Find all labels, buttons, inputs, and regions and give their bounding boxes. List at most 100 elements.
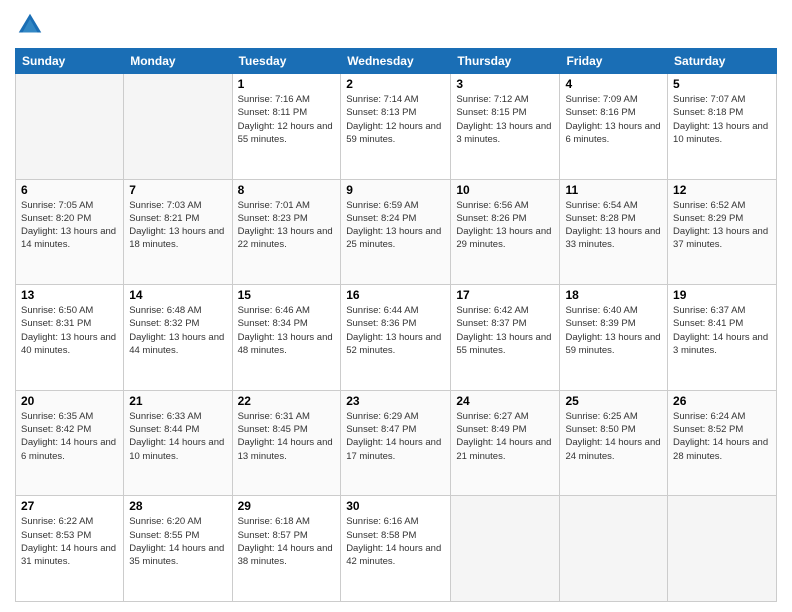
calendar-week-row: 13 Sunrise: 6:50 AMSunset: 8:31 PMDayligh… (16, 285, 777, 391)
day-info: Sunrise: 6:42 AMSunset: 8:37 PMDaylight:… (456, 304, 554, 357)
day-info: Sunrise: 7:03 AMSunset: 8:21 PMDaylight:… (129, 199, 226, 252)
day-info: Sunrise: 6:33 AMSunset: 8:44 PMDaylight:… (129, 410, 226, 463)
calendar-day-cell: 17 Sunrise: 6:42 AMSunset: 8:37 PMDayligh… (451, 285, 560, 391)
calendar-day-cell (16, 74, 124, 180)
calendar-day-cell: 29Sunrise: 6:18 AMSunset: 8:57 PMDayligh… (232, 496, 341, 602)
day-number: 13 (21, 288, 118, 302)
day-number: 16 (346, 288, 445, 302)
day-number: 24 (456, 394, 554, 408)
day-number: 23 (346, 394, 445, 408)
calendar-day-cell: 8Sunrise: 7:01 AMSunset: 8:23 PMDaylight… (232, 179, 341, 285)
day-of-week-header: Friday (560, 49, 668, 74)
day-of-week-header: Monday (124, 49, 232, 74)
calendar-day-cell: 16 Sunrise: 6:44 AMSunset: 8:36 PMDayligh… (341, 285, 451, 391)
day-number: 15 (238, 288, 336, 302)
calendar-day-cell: 11 Sunrise: 6:54 AMSunset: 8:28 PMDayligh… (560, 179, 668, 285)
day-number: 28 (129, 499, 226, 513)
calendar-day-cell: 2 Sunrise: 7:14 AMSunset: 8:13 PMDaylight… (341, 74, 451, 180)
logo (15, 10, 49, 40)
day-info: Sunrise: 7:05 AMSunset: 8:20 PMDaylight:… (21, 199, 118, 252)
calendar-week-row: 27Sunrise: 6:22 AMSunset: 8:53 PMDayligh… (16, 496, 777, 602)
day-info: Sunrise: 6:44 AMSunset: 8:36 PMDaylight:… (346, 304, 445, 357)
day-number: 9 (346, 183, 445, 197)
header-row: SundayMondayTuesdayWednesdayThursdayFrid… (16, 49, 777, 74)
header (15, 10, 777, 40)
day-info: Sunrise: 6:24 AMSunset: 8:52 PMDaylight:… (673, 410, 771, 463)
calendar-day-cell: 26Sunrise: 6:24 AMSunset: 8:52 PMDayligh… (668, 390, 777, 496)
day-number: 5 (673, 77, 771, 91)
day-info: Sunrise: 6:20 AMSunset: 8:55 PMDaylight:… (129, 515, 226, 568)
calendar-day-cell: 27Sunrise: 6:22 AMSunset: 8:53 PMDayligh… (16, 496, 124, 602)
day-number: 11 (565, 183, 662, 197)
calendar-day-cell: 10 Sunrise: 6:56 AMSunset: 8:26 PMDayligh… (451, 179, 560, 285)
day-number: 8 (238, 183, 336, 197)
day-info: Sunrise: 6:56 AMSunset: 8:26 PMDaylight:… (456, 199, 554, 252)
day-number: 1 (238, 77, 336, 91)
day-info: Sunrise: 7:07 AMSunset: 8:18 PMDaylight:… (673, 93, 771, 146)
day-info: Sunrise: 6:40 AMSunset: 8:39 PMDaylight:… (565, 304, 662, 357)
day-number: 29 (238, 499, 336, 513)
day-info: Sunrise: 6:29 AMSunset: 8:47 PMDaylight:… (346, 410, 445, 463)
day-number: 4 (565, 77, 662, 91)
day-info: Sunrise: 7:09 AMSunset: 8:16 PMDaylight:… (565, 93, 662, 146)
day-number: 22 (238, 394, 336, 408)
day-number: 25 (565, 394, 662, 408)
day-info: Sunrise: 6:50 AMSunset: 8:31 PMDaylight:… (21, 304, 118, 357)
calendar: SundayMondayTuesdayWednesdayThursdayFrid… (15, 48, 777, 602)
day-info: Sunrise: 6:46 AMSunset: 8:34 PMDaylight:… (238, 304, 336, 357)
day-number: 7 (129, 183, 226, 197)
day-number: 10 (456, 183, 554, 197)
day-number: 12 (673, 183, 771, 197)
day-of-week-header: Sunday (16, 49, 124, 74)
calendar-day-cell: 14Sunrise: 6:48 AMSunset: 8:32 PMDayligh… (124, 285, 232, 391)
calendar-week-row: 1 Sunrise: 7:16 AMSunset: 8:11 PMDaylight… (16, 74, 777, 180)
calendar-day-cell: 30 Sunrise: 6:16 AMSunset: 8:58 PMDayligh… (341, 496, 451, 602)
day-number: 6 (21, 183, 118, 197)
day-info: Sunrise: 6:54 AMSunset: 8:28 PMDaylight:… (565, 199, 662, 252)
calendar-day-cell: 12 Sunrise: 6:52 AMSunset: 8:29 PMDayligh… (668, 179, 777, 285)
calendar-day-cell: 25 Sunrise: 6:25 AMSunset: 8:50 PMDayligh… (560, 390, 668, 496)
day-info: Sunrise: 6:27 AMSunset: 8:49 PMDaylight:… (456, 410, 554, 463)
day-info: Sunrise: 6:59 AMSunset: 8:24 PMDaylight:… (346, 199, 445, 252)
calendar-week-row: 6 Sunrise: 7:05 AMSunset: 8:20 PMDaylight… (16, 179, 777, 285)
calendar-day-cell: 4 Sunrise: 7:09 AMSunset: 8:16 PMDaylight… (560, 74, 668, 180)
calendar-day-cell: 21 Sunrise: 6:33 AMSunset: 8:44 PMDayligh… (124, 390, 232, 496)
day-info: Sunrise: 7:16 AMSunset: 8:11 PMDaylight:… (238, 93, 336, 146)
calendar-week-row: 20 Sunrise: 6:35 AMSunset: 8:42 PMDayligh… (16, 390, 777, 496)
calendar-day-cell: 23 Sunrise: 6:29 AMSunset: 8:47 PMDayligh… (341, 390, 451, 496)
calendar-day-cell: 3Sunrise: 7:12 AMSunset: 8:15 PMDaylight… (451, 74, 560, 180)
calendar-day-cell: 5 Sunrise: 7:07 AMSunset: 8:18 PMDaylight… (668, 74, 777, 180)
day-info: Sunrise: 7:14 AMSunset: 8:13 PMDaylight:… (346, 93, 445, 146)
day-info: Sunrise: 6:16 AMSunset: 8:58 PMDaylight:… (346, 515, 445, 568)
calendar-day-cell: 6 Sunrise: 7:05 AMSunset: 8:20 PMDaylight… (16, 179, 124, 285)
calendar-day-cell (451, 496, 560, 602)
day-of-week-header: Tuesday (232, 49, 341, 74)
calendar-day-cell: 22 Sunrise: 6:31 AMSunset: 8:45 PMDayligh… (232, 390, 341, 496)
calendar-day-cell: 13 Sunrise: 6:50 AMSunset: 8:31 PMDayligh… (16, 285, 124, 391)
day-of-week-header: Saturday (668, 49, 777, 74)
calendar-day-cell: 24 Sunrise: 6:27 AMSunset: 8:49 PMDayligh… (451, 390, 560, 496)
calendar-day-cell: 19Sunrise: 6:37 AMSunset: 8:41 PMDayligh… (668, 285, 777, 391)
calendar-day-cell (668, 496, 777, 602)
day-number: 2 (346, 77, 445, 91)
day-number: 30 (346, 499, 445, 513)
day-of-week-header: Wednesday (341, 49, 451, 74)
calendar-day-cell: 18 Sunrise: 6:40 AMSunset: 8:39 PMDayligh… (560, 285, 668, 391)
day-number: 21 (129, 394, 226, 408)
day-info: Sunrise: 6:48 AMSunset: 8:32 PMDaylight:… (129, 304, 226, 357)
day-info: Sunrise: 6:52 AMSunset: 8:29 PMDaylight:… (673, 199, 771, 252)
day-info: Sunrise: 6:31 AMSunset: 8:45 PMDaylight:… (238, 410, 336, 463)
day-info: Sunrise: 6:37 AMSunset: 8:41 PMDaylight:… (673, 304, 771, 357)
calendar-body: 1 Sunrise: 7:16 AMSunset: 8:11 PMDaylight… (16, 74, 777, 602)
day-number: 20 (21, 394, 118, 408)
day-number: 17 (456, 288, 554, 302)
calendar-day-cell: 7 Sunrise: 7:03 AMSunset: 8:21 PMDaylight… (124, 179, 232, 285)
day-info: Sunrise: 7:12 AMSunset: 8:15 PMDaylight:… (456, 93, 554, 146)
day-number: 18 (565, 288, 662, 302)
calendar-day-cell: 1 Sunrise: 7:16 AMSunset: 8:11 PMDaylight… (232, 74, 341, 180)
logo-icon (15, 10, 45, 40)
day-info: Sunrise: 6:25 AMSunset: 8:50 PMDaylight:… (565, 410, 662, 463)
calendar-day-cell: 28 Sunrise: 6:20 AMSunset: 8:55 PMDayligh… (124, 496, 232, 602)
day-of-week-header: Thursday (451, 49, 560, 74)
day-info: Sunrise: 6:35 AMSunset: 8:42 PMDaylight:… (21, 410, 118, 463)
